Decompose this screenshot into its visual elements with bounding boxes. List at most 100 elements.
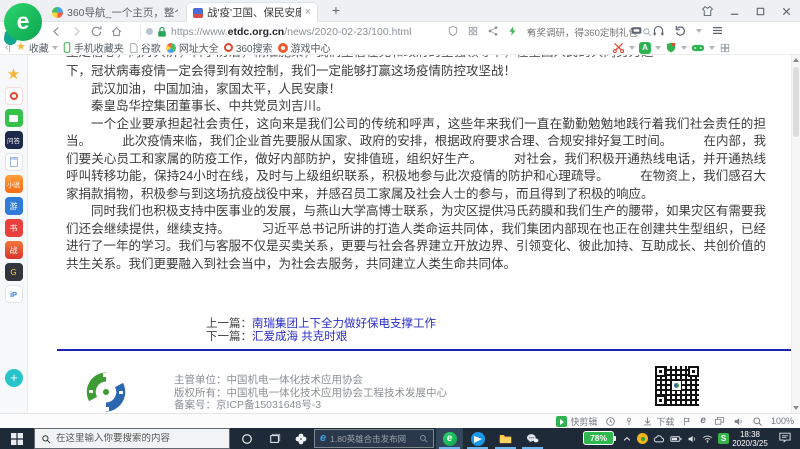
- taskbar-app-wechat[interactable]: [519, 428, 546, 449]
- scroll-up-icon[interactable]: [793, 58, 799, 62]
- accelerator-lightning-icon[interactable]: [507, 25, 518, 37]
- reader-mode-icon[interactable]: [630, 24, 643, 37]
- start-button[interactable]: [0, 428, 34, 449]
- battery-percent-widget[interactable]: 78%: [583, 431, 614, 445]
- tab-360-nav[interactable]: 360导航_一个主页，整个世界: [46, 2, 184, 22]
- tab-article-active[interactable]: 战'疫'卫国、保民安康 ——记华 ×: [186, 2, 318, 22]
- maximize-icon[interactable]: [755, 6, 766, 17]
- gamepad-icon[interactable]: [691, 43, 705, 53]
- taskbar-app-blue-browser[interactable]: [464, 428, 491, 449]
- tab-title: 战'疫'卫国、保民安康 ——记华: [207, 5, 301, 20]
- taskbar-search-input[interactable]: [56, 433, 223, 444]
- side-dock-icons: ★ 问答 小说 游 书 战 G iP: [0, 55, 27, 303]
- speaker-icon[interactable]: [733, 416, 744, 427]
- clipped-text-line: 坚定信心，同舟共济，科学防治，精准施策，我们坚信在党和政府的坚强领导下，在全国人…: [66, 55, 766, 62]
- battle-game-app-icon[interactable]: 战: [5, 241, 23, 259]
- windows-stack-icon[interactable]: [714, 416, 725, 427]
- zoom-magnifier-icon[interactable]: [752, 416, 763, 427]
- notes-app-icon[interactable]: [5, 153, 23, 171]
- ie-window-task-item[interactable]: e 1.80英雄合击发布网: [314, 429, 434, 448]
- taskbar-search-box[interactable]: [34, 428, 230, 449]
- bookmark-sites-daquan[interactable]: 网址大全: [166, 40, 219, 55]
- browser-side-dock: ★ 问答 小说 游 书 战 G iP +: [0, 55, 28, 413]
- bookmarks-right-tools: A: [612, 41, 731, 54]
- tab-close-icon[interactable]: ×: [305, 7, 311, 18]
- forward-icon[interactable]: [70, 25, 83, 38]
- undo-caret-icon[interactable]: [696, 29, 702, 33]
- wifi-tray-icon[interactable]: [702, 434, 713, 443]
- article-paragraph: 下，冠状病毒疫情一定会得到有效控制，我们一定能够打赢这场疫情防控攻坚战！: [66, 63, 766, 81]
- ie-compat-icon[interactable]: e: [700, 416, 706, 426]
- next-article-link[interactable]: 汇爱成海 共克时艰: [252, 331, 347, 343]
- zoom-level[interactable]: 100%: [771, 416, 794, 426]
- ip-app-icon[interactable]: iP: [5, 285, 23, 303]
- shooter-game-app-icon[interactable]: G: [5, 263, 23, 281]
- quick-clip-tool[interactable]: 快剪辑: [556, 415, 597, 428]
- taskbar-clock[interactable]: 18:38 2020/3/25: [726, 430, 774, 449]
- redbook-app-icon[interactable]: 书: [5, 219, 23, 237]
- article-body: 下，冠状病毒疫情一定会得到有效控制，我们一定能够打赢这场疫情防控攻坚战！ 武汉加…: [66, 63, 766, 273]
- tray-expand-chevron-icon[interactable]: [622, 434, 632, 444]
- bookmark-google[interactable]: 谷歌: [129, 40, 161, 55]
- footer-supervisor: 主管单位：中国机电一体化技术应用协会: [174, 374, 447, 387]
- 360-security-tray-icon[interactable]: [637, 433, 648, 444]
- bookmark-phone-favorites[interactable]: 手机收藏夹: [63, 40, 124, 55]
- caret-icon: [681, 46, 687, 50]
- prev-article-link[interactable]: 南瑞集团上下全力做好保电支撑工作: [252, 318, 436, 330]
- skin-theme-icon[interactable]: [701, 5, 714, 18]
- history-clock-icon[interactable]: [605, 416, 616, 427]
- close-icon[interactable]: [781, 6, 792, 17]
- taskbar-app-360-browser[interactable]: e: [436, 428, 463, 449]
- search-icon: [41, 434, 51, 444]
- minimize-icon[interactable]: [729, 6, 740, 17]
- url-prefix: https://www.: [171, 26, 228, 38]
- taskbar-app-file-explorer[interactable]: [492, 428, 519, 449]
- game-app-icon[interactable]: 游: [5, 197, 23, 215]
- refresh-icon[interactable]: [90, 25, 103, 38]
- audio-headphones-icon[interactable]: [652, 24, 665, 37]
- bookmark-game-center[interactable]: 游戏中心: [278, 40, 331, 55]
- clock-time: 18:38: [726, 430, 774, 440]
- safety-shield-icon[interactable]: [665, 41, 677, 54]
- pin-icon[interactable]: [624, 416, 634, 427]
- screenshot-scissors-icon[interactable]: [612, 41, 625, 54]
- address-bar[interactable]: https://www.etdc.org.cn/news/2020-02-23/…: [146, 22, 411, 41]
- back-icon[interactable]: [50, 25, 63, 38]
- downloads-tool[interactable]: 下载: [642, 415, 674, 428]
- game-center-icon: [278, 43, 288, 53]
- translate-icon[interactable]: A: [639, 42, 651, 54]
- cortana-button[interactable]: [234, 428, 260, 449]
- novel-app-icon[interactable]: 小说: [5, 175, 23, 193]
- apps-grid-icon[interactable]: [467, 25, 479, 37]
- site-safety-shield-icon[interactable]: [447, 25, 459, 37]
- home-icon[interactable]: [110, 25, 123, 38]
- vertical-scrollbar[interactable]: [791, 55, 800, 413]
- favorites-star-icon[interactable]: ★: [5, 65, 23, 83]
- cloud-tray-icon[interactable]: [653, 434, 665, 443]
- promo-search-text: 有奖调研，得360定制礼包: [527, 25, 638, 39]
- clock-date: 2020/3/25: [726, 439, 774, 449]
- menu-hamburger-icon[interactable]: [711, 24, 724, 37]
- share-icon[interactable]: [487, 25, 499, 37]
- pinwheel-app-button[interactable]: [288, 428, 314, 449]
- undo-icon[interactable]: [674, 24, 687, 37]
- bookmark-360-search[interactable]: 360搜索: [224, 40, 273, 55]
- qa-app-icon[interactable]: 问答: [5, 131, 23, 149]
- footer-divider: [57, 349, 793, 351]
- windows-taskbar: e 1.80英雄合击发布网 e 78% S 18:38 2020/3/25: [0, 428, 800, 449]
- messages-app-icon[interactable]: [5, 109, 23, 127]
- flag-icon[interactable]: [682, 416, 692, 427]
- caret-icon: [655, 46, 661, 50]
- battery-tray-icon[interactable]: [670, 435, 682, 443]
- scrollbar-thumb[interactable]: [793, 67, 799, 137]
- speaker-tray-icon[interactable]: [687, 434, 697, 444]
- action-center-button[interactable]: [779, 432, 791, 443]
- new-tab-button[interactable]: +: [328, 2, 344, 18]
- 360-favicon: [52, 7, 63, 18]
- weibo-app-icon[interactable]: [5, 87, 23, 105]
- scroll-down-icon[interactable]: [793, 406, 799, 410]
- task-view-button[interactable]: [262, 428, 288, 449]
- system-tray: S: [622, 428, 729, 449]
- add-app-button[interactable]: +: [5, 369, 23, 387]
- extensions-grid-icon[interactable]: [719, 42, 731, 54]
